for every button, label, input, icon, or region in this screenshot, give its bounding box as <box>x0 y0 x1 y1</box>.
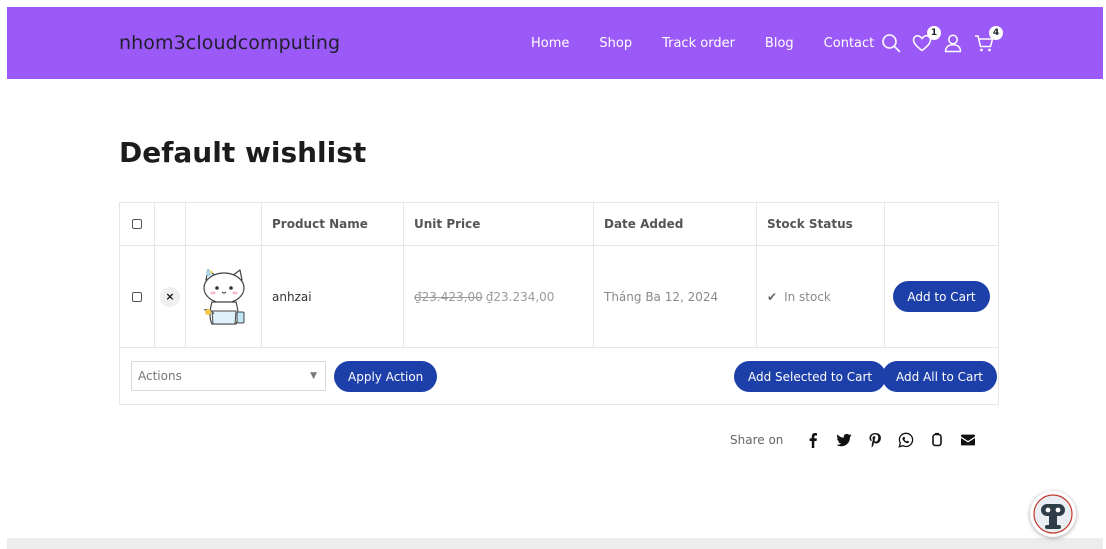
chat-assistant-button[interactable] <box>1030 491 1076 537</box>
actions-row: Actions ▼ Apply Action Add Selected to C… <box>120 348 998 404</box>
product-name-link[interactable]: anhzai <box>272 290 312 304</box>
header-icons: 1 4 <box>880 26 1004 59</box>
share-bar: Share on <box>730 430 976 450</box>
wishlist-table: Product Name Unit Price Date Added Stock… <box>119 202 999 405</box>
nav-contact[interactable]: Contact <box>824 36 875 51</box>
wishlist-heart-icon[interactable]: 1 <box>911 26 941 54</box>
header-select-cell <box>120 203 155 245</box>
add-to-cart-button[interactable]: Add to Cart <box>893 281 990 312</box>
footer-bar <box>7 538 1103 549</box>
main-nav: Home Shop Track order Blog Contact <box>531 7 874 79</box>
actions-select-value: Actions <box>138 369 182 383</box>
row-remove-cell: × <box>155 246 186 347</box>
header-thumb-cell <box>186 203 262 245</box>
twitter-icon[interactable] <box>836 432 852 448</box>
site-header: nhom3cloudcomputing Home Shop Track orde… <box>7 7 1103 79</box>
add-all-to-cart-button[interactable]: Add All to Cart <box>882 361 997 392</box>
row-thumb-cell <box>186 246 262 347</box>
row-date-cell: Tháng Ba 12, 2024 <box>594 246 757 347</box>
nav-blog[interactable]: Blog <box>765 36 794 51</box>
chatbot-icon <box>1033 494 1073 534</box>
site-brand[interactable]: nhom3cloudcomputing <box>119 7 340 79</box>
cart-count-badge: 4 <box>989 26 1003 40</box>
stock-status: ✔ In stock <box>767 290 831 304</box>
header-stock-status: Stock Status <box>757 203 885 245</box>
share-label: Share on <box>730 433 784 447</box>
row-action-cell: Add to Cart <box>885 246 998 347</box>
header-action-cell <box>885 203 998 245</box>
actions-select[interactable]: Actions ▼ <box>131 361 326 391</box>
nav-shop[interactable]: Shop <box>599 36 632 51</box>
page-title: Default wishlist <box>119 136 367 169</box>
select-all-checkbox[interactable] <box>132 219 142 229</box>
facebook-icon[interactable] <box>805 432 821 448</box>
pinterest-icon[interactable] <box>867 432 883 448</box>
row-checkbox[interactable] <box>132 291 142 302</box>
row-price-cell: ₫23.423,00 ₫23.234,00 <box>404 246 594 347</box>
search-icon[interactable] <box>880 32 902 54</box>
nav-track-order[interactable]: Track order <box>662 36 735 51</box>
row-select-cell <box>120 246 155 347</box>
stock-status-label: In stock <box>784 289 831 304</box>
row-stock-cell: ✔ In stock <box>757 246 885 347</box>
copy-icon[interactable] <box>929 432 945 448</box>
header-unit-price: Unit Price <box>404 203 594 245</box>
original-price: ₫23.423,00 <box>414 289 483 304</box>
wishlist-count-badge: 1 <box>927 26 941 40</box>
user-icon[interactable] <box>942 32 964 54</box>
row-product-name-cell: anhzai <box>262 246 404 347</box>
header-remove-cell <box>155 203 186 245</box>
product-thumbnail[interactable] <box>198 264 250 330</box>
table-row: × anhzai ₫23.423,00 ₫23.234,00 Tháng Ba … <box>120 246 998 348</box>
whatsapp-icon[interactable] <box>898 432 914 448</box>
chevron-down-icon: ▼ <box>310 371 317 381</box>
cart-icon[interactable]: 4 <box>973 26 1003 54</box>
header-date-added: Date Added <box>594 203 757 245</box>
nav-home[interactable]: Home <box>531 36 569 51</box>
table-header-row: Product Name Unit Price Date Added Stock… <box>120 203 998 246</box>
apply-action-button[interactable]: Apply Action <box>334 361 438 392</box>
checkmark-icon: ✔ <box>767 289 778 304</box>
add-selected-to-cart-button[interactable]: Add Selected to Cart <box>734 361 887 392</box>
sale-price: ₫23.234,00 <box>485 289 555 304</box>
email-icon[interactable] <box>960 432 976 448</box>
header-product-name: Product Name <box>262 203 404 245</box>
remove-item-button[interactable]: × <box>160 286 180 307</box>
date-added: Tháng Ba 12, 2024 <box>604 289 719 304</box>
